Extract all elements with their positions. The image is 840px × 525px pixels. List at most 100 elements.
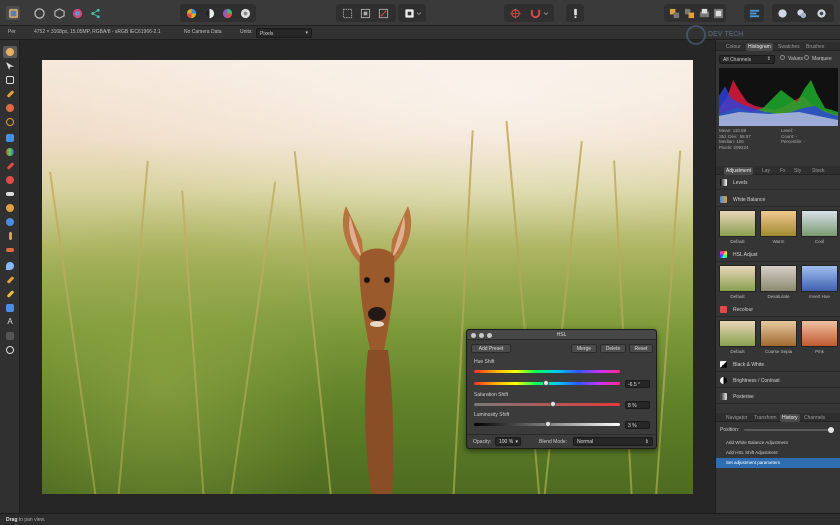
preset-thumbnail[interactable] [719,210,756,237]
merge-button[interactable]: Merge [571,344,597,353]
mode-icon[interactable] [814,6,828,20]
fill-tool-icon[interactable] [3,132,17,144]
saturation-shift-slider[interactable] [474,401,620,407]
close-window-icon[interactable] [471,333,476,338]
lasso-tool-icon[interactable] [3,116,17,128]
snapping-icon[interactable] [508,6,522,20]
brush-tool-icon[interactable] [3,160,17,172]
tab-navigator[interactable]: Navigator [724,414,749,422]
pencil-tool-icon[interactable] [3,288,17,300]
delete-button[interactable]: Delete [600,344,626,353]
tab-histogram[interactable]: Histogram [746,43,773,51]
history-entry-selected[interactable]: Set adjustment parameters [716,458,840,468]
hue-shift-value[interactable]: -6.5 ° [625,380,650,388]
auto-colors-icon[interactable] [220,6,234,20]
adjustment-posterise[interactable]: Posterise [716,390,840,404]
cube-icon[interactable] [52,6,66,20]
luminosity-shift-knob[interactable] [545,421,552,427]
preset-thumbnail[interactable] [760,210,797,237]
luminosity-shift-value[interactable]: 3 % [625,421,650,429]
auto-levels-icon[interactable] [184,6,198,20]
units-select[interactable]: Pixels ▾ [256,28,312,38]
arrange-forward-icon[interactable] [697,6,711,20]
text-tool-icon[interactable]: A [3,316,17,328]
view-tool-icon[interactable] [3,330,17,342]
history-entry[interactable]: Add White Balance Adjustment [716,438,840,448]
chat-bubble-icon[interactable] [794,6,808,20]
tab-swatches[interactable]: Swatches [776,43,802,51]
invert-selection-icon[interactable] [358,6,372,20]
align-icon[interactable] [747,6,761,20]
move-tool-icon[interactable] [3,60,17,72]
blend-mode-select[interactable]: Normal ⇕ [573,437,653,446]
history-entry[interactable]: Add HSL Shift Adjustment [716,448,840,458]
saturation-shift-value[interactable]: 8 % [625,401,650,409]
arrange-back-icon[interactable] [667,6,681,20]
saturation-shift-knob[interactable] [549,401,556,407]
chevron-down-icon[interactable] [415,6,423,20]
tab-brushes[interactable]: Brushes [804,43,826,51]
opacity-select[interactable]: 100 % ▾ [495,437,521,446]
persona-icon[interactable] [6,6,20,20]
marquee-icon[interactable] [340,6,354,20]
color-wheel-icon[interactable] [70,6,84,20]
hue-shift-knob[interactable] [542,380,549,386]
arrange-backward-icon[interactable] [682,6,696,20]
magnet-icon[interactable] [528,6,542,20]
auto-white-balance-icon[interactable] [238,6,252,20]
canvas-area[interactable]: HSL Add Preset Merge Delete Reset Hue Sh… [20,40,715,513]
preset-thumbnail[interactable] [719,320,756,347]
adjustment-levels[interactable]: Levels [716,176,840,190]
hand-tool-icon[interactable] [3,46,17,58]
luminosity-shift-slider[interactable] [474,421,620,427]
zoom-tool-icon[interactable] [3,344,17,356]
reset-button[interactable]: Reset [629,344,653,353]
chevron-down-icon[interactable] [542,6,550,20]
arrange-front-icon[interactable] [711,6,725,20]
assistant-icon[interactable] [568,6,582,20]
tab-adjustment[interactable]: Adjustment [724,167,754,175]
adjustment-recolour[interactable]: Recolour [716,303,840,317]
history-position-knob[interactable] [828,427,834,433]
tab-colour[interactable]: Colour [724,43,743,51]
gradient-tool-icon[interactable] [3,146,17,158]
tab-effects[interactable]: Fx [778,167,788,175]
share-icon[interactable] [88,6,102,20]
tab-stock[interactable]: Stock [810,167,827,175]
dodge-tool-icon[interactable] [3,202,17,214]
marquee-radio[interactable] [804,55,809,60]
tab-styles[interactable]: Sty [792,167,803,175]
hue-shift-slider[interactable] [474,380,620,386]
minimize-window-icon[interactable] [479,333,484,338]
adjustment-hsl[interactable]: HSL Adjust [716,248,840,262]
chat-icon[interactable] [775,6,789,20]
history-position-slider[interactable] [744,427,834,433]
paint-brush-icon[interactable] [3,88,17,100]
quick-mask-icon[interactable] [402,6,416,20]
preset-thumbnail[interactable] [801,265,838,292]
zoom-window-icon[interactable] [487,333,492,338]
pixel-tool-icon[interactable] [3,174,17,186]
flood-select-icon[interactable] [3,102,17,114]
preset-thumbnail[interactable] [760,265,797,292]
channel-select[interactable]: All Channels ⇕ [719,55,775,64]
smudge-tool-icon[interactable] [3,230,17,242]
tab-channels[interactable]: Channels [802,414,827,422]
adjustment-brightness-contrast[interactable]: Brightness / Contrast [716,374,840,388]
auto-contrast-icon[interactable] [202,6,216,20]
pen-tool-icon[interactable] [3,274,17,286]
patch-tool-icon[interactable] [3,244,17,256]
preset-thumbnail[interactable] [760,320,797,347]
tab-history[interactable]: History [780,414,800,422]
values-radio[interactable] [780,55,785,60]
tab-transform[interactable]: Transform [752,414,779,422]
shape-tool-icon[interactable] [3,302,17,314]
clone-tool-icon[interactable] [3,216,17,228]
preset-thumbnail[interactable] [801,210,838,237]
preset-thumbnail[interactable] [801,320,838,347]
adjustment-white-balance[interactable]: White Balance [716,193,840,207]
crop-tool-icon[interactable] [3,74,17,86]
refine-selection-icon[interactable] [376,6,390,20]
add-preset-button[interactable]: Add Preset [471,344,511,353]
tab-layers[interactable]: Lay [760,167,772,175]
